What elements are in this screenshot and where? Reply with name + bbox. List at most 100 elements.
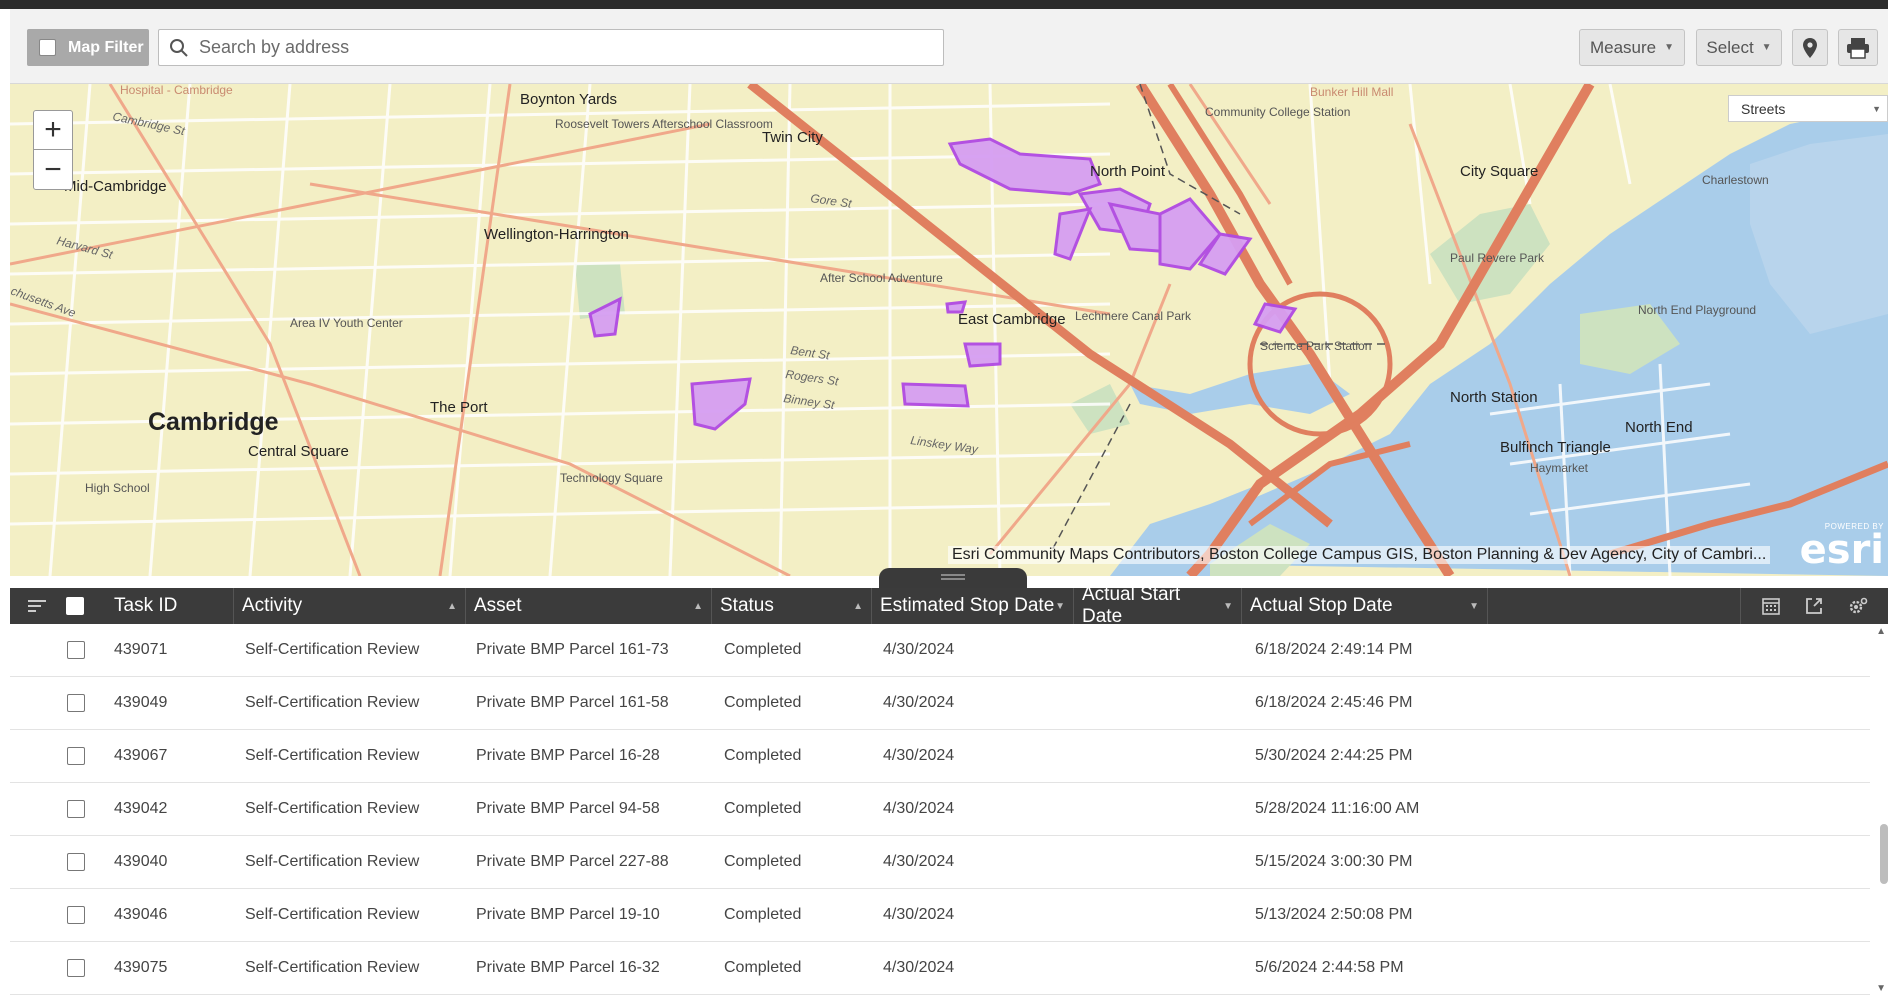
zoom-in-button[interactable]: + <box>34 111 72 150</box>
sort-desc-icon: ▼ <box>1223 600 1233 612</box>
col-status-label: Status <box>720 595 774 616</box>
cell-actual-stop-date: 6/18/2024 2:49:14 PM <box>1255 641 1413 658</box>
cell-task-id: 439049 <box>114 694 168 711</box>
label-central-square: Central Square <box>248 443 349 460</box>
label-bulfinch: Bulfinch Triangle <box>1500 439 1611 456</box>
scroll-down-icon[interactable]: ▼ <box>1876 983 1886 994</box>
select-all-checkbox[interactable] <box>66 597 84 615</box>
zoom-out-button[interactable]: − <box>34 150 72 189</box>
cell-status: Completed <box>724 694 802 711</box>
sort-desc-icon: ▼ <box>1469 600 1479 612</box>
top-border <box>0 0 1888 9</box>
scrollbar-thumb[interactable] <box>1880 824 1888 884</box>
sort-asc-icon: ▲ <box>853 600 863 612</box>
cell-asset: Private BMP Parcel 161-58 <box>476 694 669 711</box>
row-checkbox[interactable] <box>67 747 85 765</box>
cell-activity: Self-Certification Review <box>245 959 420 976</box>
grid-header: Task ID Activity ▲ Asset ▲ Status ▲ Esti… <box>10 584 1888 627</box>
cell-estimated-stop-date: 4/30/2024 <box>883 694 955 711</box>
map-toolbar: Map Filter Measure ▼ Select ▼ <box>10 9 1888 84</box>
cell-status: Completed <box>724 747 802 764</box>
label-north-end: North End <box>1625 419 1693 436</box>
label-paul-revere: Paul Revere Park <box>1450 251 1545 265</box>
table-row[interactable]: 439046 Self-Certification Review Private B… <box>10 889 1870 942</box>
table-row[interactable]: 439075 Self-Certification Review Private B… <box>10 942 1870 995</box>
scroll-up-icon[interactable]: ▲ <box>1876 626 1886 637</box>
col-asset-label: Asset <box>474 595 522 616</box>
col-task-id[interactable]: Task ID <box>106 588 234 624</box>
cell-asset: Private BMP Parcel 19-10 <box>476 906 660 923</box>
map-filter-label: Map Filter <box>68 38 144 56</box>
cell-estimated-stop-date: 4/30/2024 <box>883 906 955 923</box>
cell-actual-stop-date: 5/28/2024 11:16:00 AM <box>1255 800 1420 817</box>
cell-actual-stop-date: 5/13/2024 2:50:08 PM <box>1255 906 1413 923</box>
cell-estimated-stop-date: 4/30/2024 <box>883 800 955 817</box>
select-button[interactable]: Select ▼ <box>1696 29 1782 66</box>
table-row[interactable]: 439040 Self-Certification Review Private B… <box>10 836 1870 889</box>
label-the-port: The Port <box>430 399 488 416</box>
cell-activity: Self-Certification Review <box>245 853 420 870</box>
table-row[interactable]: 439071 Self-Certification Review Private B… <box>10 624 1870 677</box>
grid-body: 439071 Self-Certification Review Private B… <box>10 624 1888 996</box>
cell-task-id: 439067 <box>114 747 168 764</box>
print-button[interactable] <box>1838 29 1878 66</box>
label-north-end-playground: North End Playground <box>1638 303 1756 317</box>
table-row[interactable]: 439067 Self-Certification Review Private B… <box>10 730 1870 783</box>
grid-scrollbar[interactable]: ▲ ▼ <box>1874 624 1888 996</box>
cell-task-id: 439071 <box>114 641 168 658</box>
label-boynton-yards: Boynton Yards <box>520 91 617 108</box>
cell-actual-stop-date: 5/30/2024 2:44:25 PM <box>1255 747 1413 764</box>
basemap-selected-label: Streets <box>1741 100 1786 117</box>
col-status[interactable]: Status ▲ <box>712 588 872 624</box>
col-actual-stop-date[interactable]: Actual Stop Date ▼ <box>1242 588 1488 624</box>
cell-estimated-stop-date: 4/30/2024 <box>883 641 955 658</box>
label-haymarket: Haymarket <box>1530 461 1589 475</box>
cell-asset: Private BMP Parcel 227-88 <box>476 853 669 870</box>
export-icon[interactable] <box>1804 596 1824 616</box>
cell-asset: Private BMP Parcel 94-58 <box>476 800 660 817</box>
row-checkbox[interactable] <box>67 641 85 659</box>
cell-status: Completed <box>724 906 802 923</box>
label-after-school: After School Adventure <box>820 271 943 285</box>
table-row[interactable]: 439042 Self-Certification Review Private B… <box>10 783 1870 836</box>
row-checkbox[interactable] <box>67 800 85 818</box>
cell-task-id: 439046 <box>114 906 168 923</box>
row-checkbox[interactable] <box>67 853 85 871</box>
row-checkbox[interactable] <box>67 959 85 977</box>
cell-activity: Self-Certification Review <box>245 694 420 711</box>
label-lechmere-canal: Lechmere Canal Park <box>1075 309 1192 323</box>
settings-gear-icon[interactable] <box>1847 596 1869 616</box>
label-high-school: High School <box>85 481 150 495</box>
cell-task-id: 439042 <box>114 800 168 817</box>
panel-resize-handle[interactable] <box>879 568 1027 588</box>
cell-actual-stop-date: 5/6/2024 2:44:58 PM <box>1255 959 1404 976</box>
map-attribution: Esri Community Maps Contributors, Boston… <box>948 546 1771 564</box>
label-mid-cambridge: Mid-Cambridge <box>64 178 167 195</box>
row-checkbox[interactable] <box>67 694 85 712</box>
map-filter-checkbox[interactable] <box>39 39 56 56</box>
table-row[interactable]: 439049 Self-Certification Review Private B… <box>10 677 1870 730</box>
search-icon <box>170 38 188 57</box>
basemap-select[interactable]: Streets ▼ <box>1728 95 1888 122</box>
map-view[interactable]: Boynton Yards Twin City North Point City… <box>10 84 1888 576</box>
basemap-streets: Boynton Yards Twin City North Point City… <box>10 84 1888 576</box>
col-asset[interactable]: Asset ▲ <box>466 588 712 624</box>
label-north-station: North Station <box>1450 389 1538 406</box>
col-activity[interactable]: Activity ▲ <box>234 588 466 624</box>
measure-button[interactable]: Measure ▼ <box>1579 29 1685 66</box>
col-estimated-stop-date[interactable]: Estimated Stop Date ▼ <box>872 588 1074 624</box>
cell-actual-stop-date: 6/18/2024 2:45:46 PM <box>1255 694 1413 711</box>
col-actual-stop-label: Actual Stop Date <box>1250 595 1393 616</box>
address-search[interactable] <box>158 29 944 66</box>
location-pin-button[interactable] <box>1792 29 1828 66</box>
calendar-icon[interactable] <box>1761 596 1781 616</box>
row-checkbox[interactable] <box>67 906 85 924</box>
column-menu-icon[interactable] <box>28 599 46 613</box>
search-input[interactable] <box>199 37 899 58</box>
col-actual-start-date[interactable]: Actual Start Date ▼ <box>1074 584 1242 627</box>
map-filter-button[interactable]: Map Filter <box>27 29 149 66</box>
chevron-down-icon: ▼ <box>1664 42 1675 53</box>
cell-asset: Private BMP Parcel 16-32 <box>476 959 660 976</box>
measure-label: Measure <box>1589 37 1657 57</box>
cell-task-id: 439075 <box>114 959 168 976</box>
